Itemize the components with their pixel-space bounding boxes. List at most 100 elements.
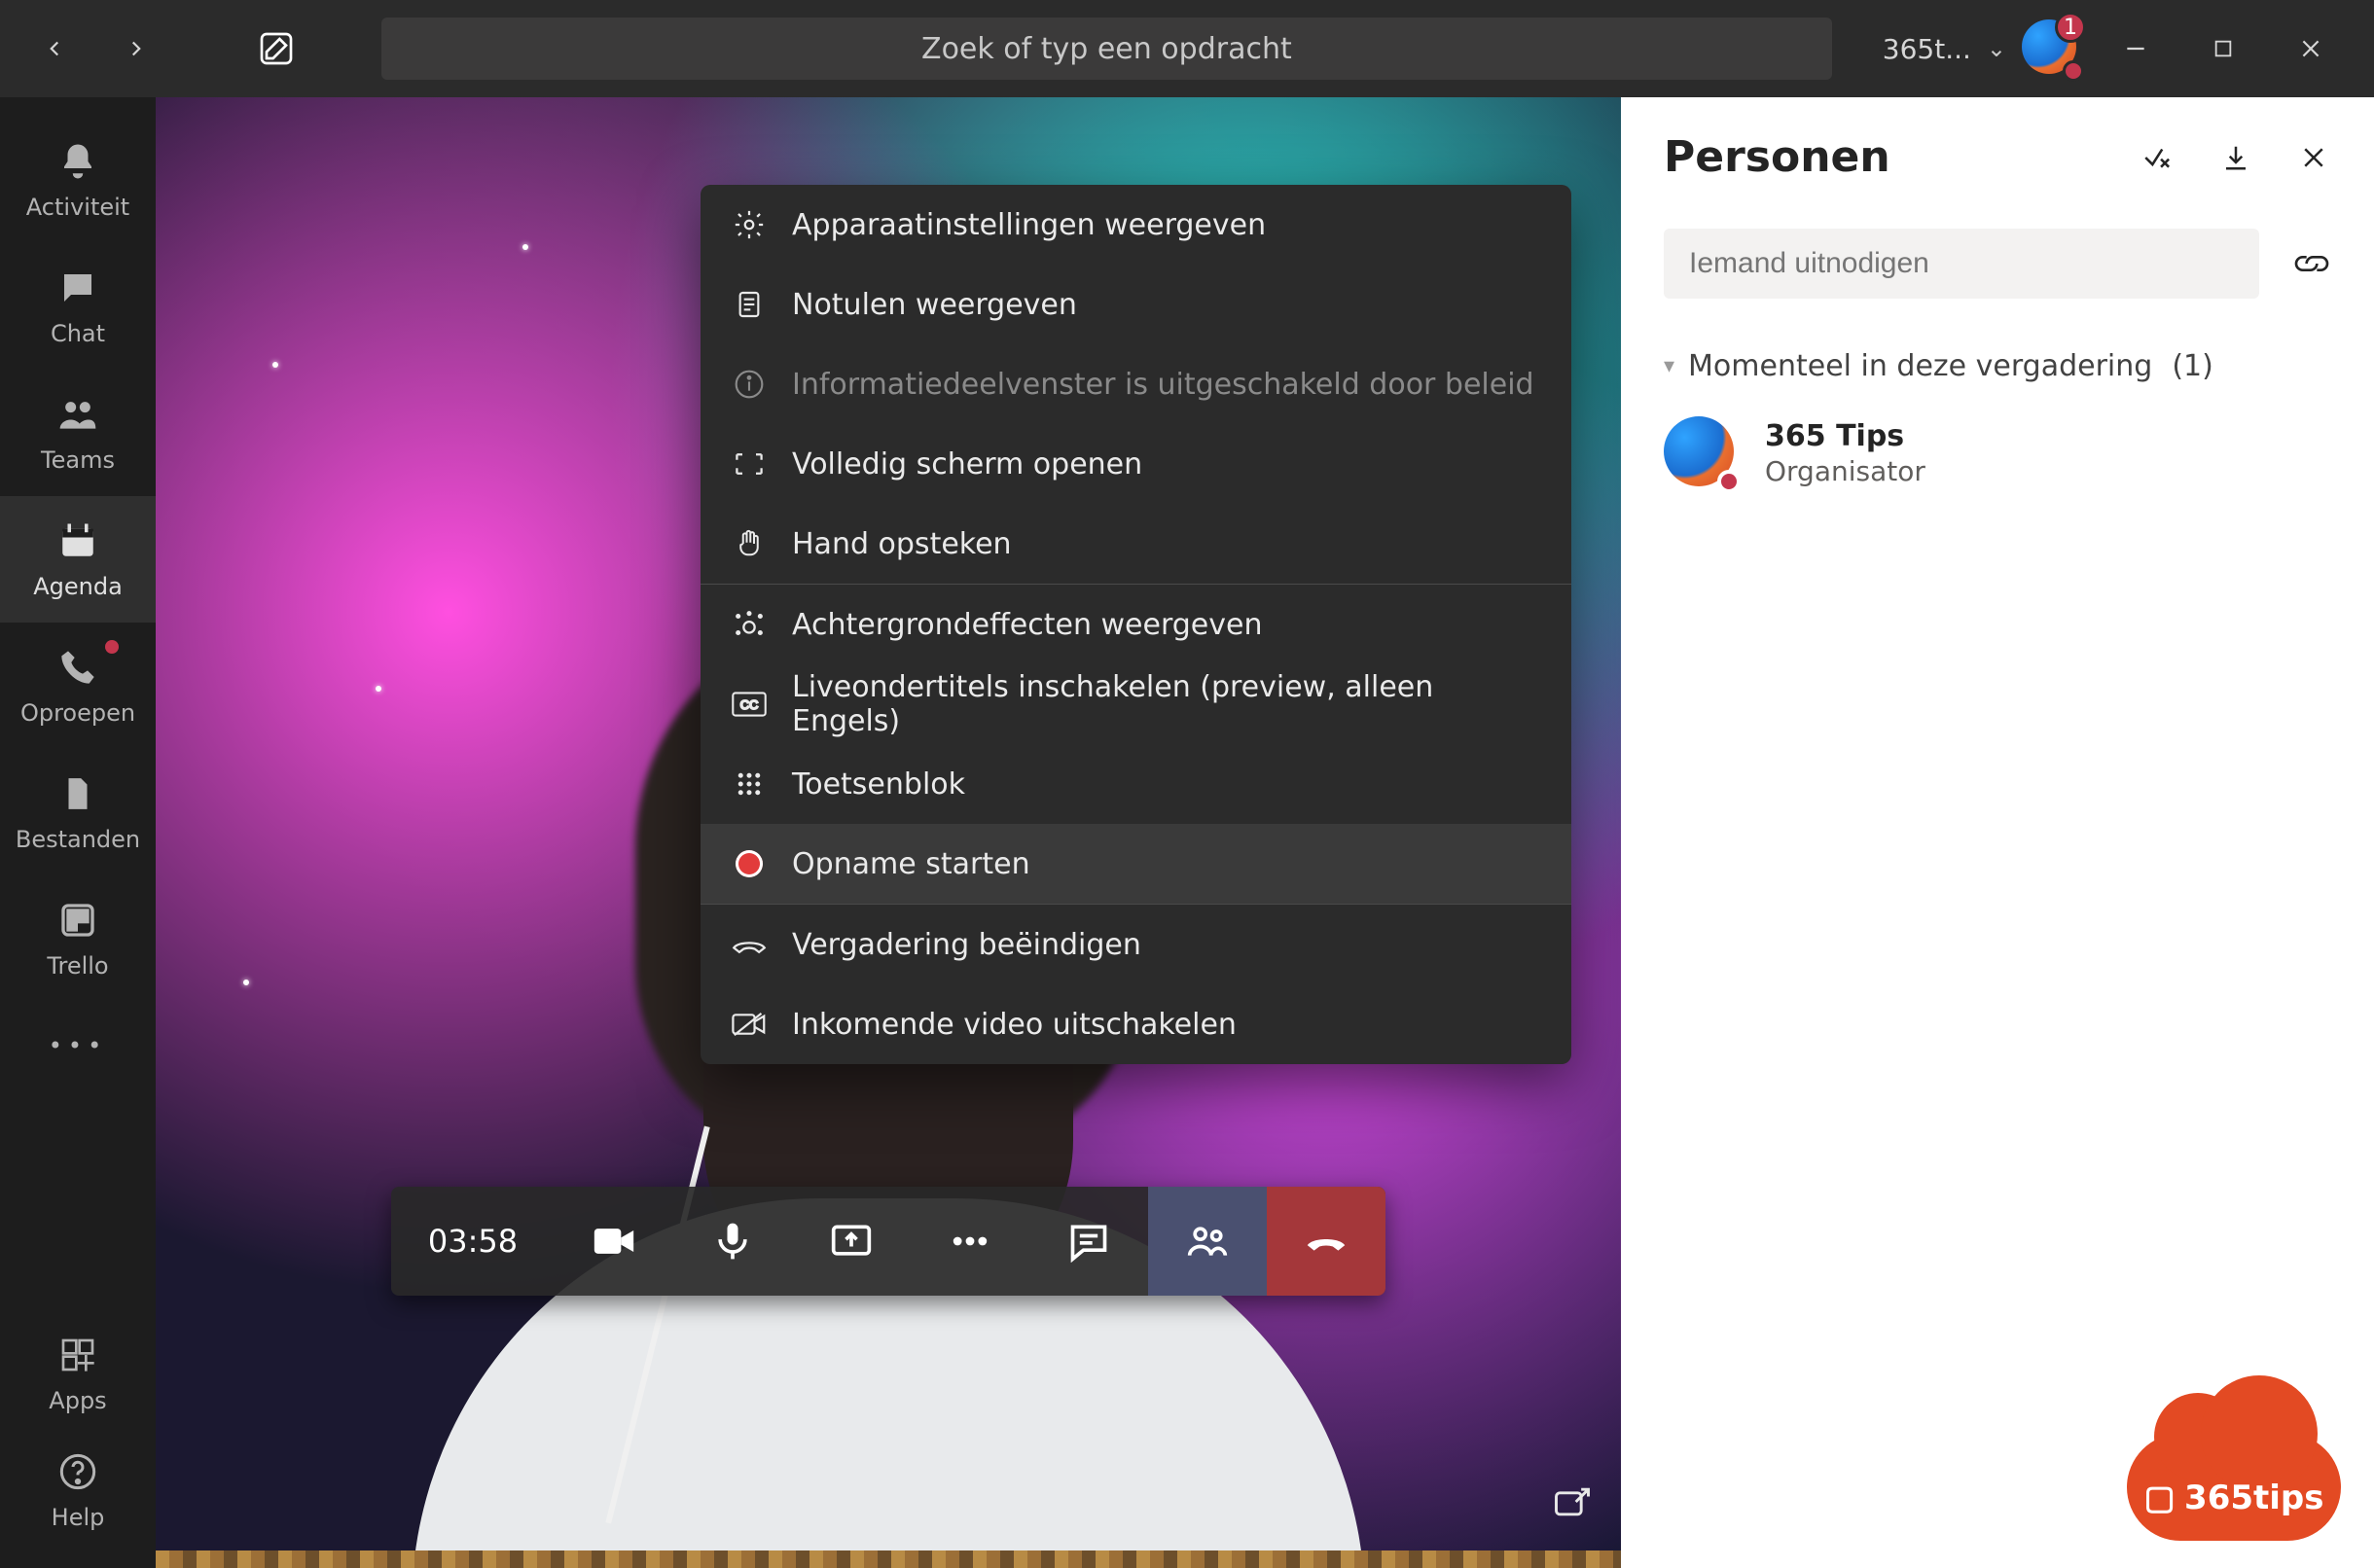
close-panel-button[interactable] xyxy=(2296,140,2331,175)
menu-item-device-settings[interactable]: Apparaatinstellingen weergeven xyxy=(701,185,1571,265)
share-screen-button[interactable] xyxy=(792,1187,911,1296)
menu-label: Liveondertitels inschakelen (preview, al… xyxy=(792,670,1540,738)
chat-button[interactable] xyxy=(1029,1187,1148,1296)
bell-icon xyxy=(55,139,100,184)
end-call-icon xyxy=(732,927,767,962)
rail-label: Activiteit xyxy=(26,194,129,221)
attendee-row[interactable]: 365 Tips Organisator xyxy=(1664,416,2331,490)
manage-permissions-button[interactable] xyxy=(2140,140,2176,175)
chevron-down-icon: ⌄ xyxy=(1987,35,2006,62)
maximize-button[interactable] xyxy=(2179,14,2267,84)
rail-label: Bestanden xyxy=(16,826,140,853)
rail-item-help[interactable]: Help xyxy=(0,1432,156,1549)
more-actions-button[interactable] xyxy=(911,1187,1029,1296)
gear-icon xyxy=(732,207,767,242)
attendee-role: Organisator xyxy=(1765,454,1925,488)
rail-more-button[interactable]: ••• xyxy=(0,1002,156,1089)
menu-item-live-captions[interactable]: CC Liveondertitels inschakelen (preview,… xyxy=(701,664,1571,744)
rail-item-trello[interactable]: Trello xyxy=(0,875,156,1002)
minimize-button[interactable] xyxy=(2092,14,2179,84)
cc-icon: CC xyxy=(732,687,767,722)
account-button[interactable]: 365t... ⌄ 1 xyxy=(1883,19,2080,78)
notification-badge: 1 xyxy=(2055,12,2086,43)
hand-icon xyxy=(732,526,767,561)
rail-label: Trello xyxy=(47,952,108,980)
app-rail: Activiteit Chat Teams Agenda Oproepen xyxy=(0,97,156,1568)
info-icon xyxy=(732,367,767,402)
hangup-button[interactable] xyxy=(1267,1187,1385,1296)
menu-label: Hand opsteken xyxy=(792,527,1012,561)
decorative-strip xyxy=(156,1550,1621,1568)
people-panel-button[interactable] xyxy=(1148,1187,1267,1296)
in-meeting-section-header[interactable]: ▾ Momenteel in deze vergadering (1) xyxy=(1664,349,2331,383)
apps-icon xyxy=(55,1333,100,1377)
menu-label: Achtergrondeffecten weergeven xyxy=(792,608,1263,642)
attendee-avatar xyxy=(1664,416,1738,490)
rail-label: Help xyxy=(52,1504,105,1531)
menu-item-end-meeting[interactable]: Vergadering beëindigen xyxy=(701,905,1571,984)
fullscreen-icon xyxy=(732,446,767,481)
call-toolbar: 03:58 xyxy=(391,1187,1385,1296)
menu-item-keypad[interactable]: Toetsenblok xyxy=(701,744,1571,824)
menu-label: Opname starten xyxy=(792,847,1030,881)
search-input[interactable]: Zoek of typ een opdracht xyxy=(381,18,1832,80)
more-actions-menu: Apparaatinstellingen weergeven Notulen w… xyxy=(701,185,1571,1064)
rail-item-apps[interactable]: Apps xyxy=(0,1315,156,1432)
call-timer: 03:58 xyxy=(391,1187,555,1296)
file-icon xyxy=(55,771,100,816)
rail-label: Chat xyxy=(51,320,105,347)
panel-actions xyxy=(2140,140,2331,175)
menu-label: Inkomende video uitschakelen xyxy=(792,1008,1237,1042)
presence-badge xyxy=(2063,60,2084,82)
rail-item-chat[interactable]: Chat xyxy=(0,243,156,370)
close-button[interactable] xyxy=(2267,14,2355,84)
calendar-icon xyxy=(55,518,100,563)
video-stage: Apparaatinstellingen weergeven Notulen w… xyxy=(156,97,1621,1568)
menu-item-background-effects[interactable]: Achtergrondeffecten weergeven xyxy=(701,585,1571,664)
menu-item-raise-hand[interactable]: Hand opsteken xyxy=(701,504,1571,584)
attendee-name: 365 Tips xyxy=(1765,418,1925,455)
rail-item-calls[interactable]: Oproepen xyxy=(0,623,156,749)
window-controls xyxy=(2092,14,2355,84)
menu-label: Vergadering beëindigen xyxy=(792,928,1141,962)
video-off-icon xyxy=(732,1007,767,1042)
phone-icon xyxy=(55,645,100,690)
notes-icon xyxy=(732,287,767,322)
chat-icon xyxy=(55,266,100,310)
rail-label: Oproepen xyxy=(20,699,135,727)
timer-value: 03:58 xyxy=(428,1223,518,1260)
menu-item-fullscreen[interactable]: Volledig scherm openen xyxy=(701,424,1571,504)
nav-forward-button[interactable] xyxy=(101,14,171,84)
popout-button[interactable] xyxy=(1541,1471,1603,1533)
compose-button[interactable] xyxy=(241,14,311,84)
notification-dot xyxy=(105,640,119,654)
watermark-label: ▢ 365tips xyxy=(2127,1479,2341,1517)
rail-label: Apps xyxy=(49,1387,106,1414)
rail-label: Teams xyxy=(41,446,115,474)
rail-item-teams[interactable]: Teams xyxy=(0,370,156,496)
copy-link-button[interactable] xyxy=(2292,244,2331,283)
menu-item-info-disabled: Informatiedeelvenster is uitgeschakeld d… xyxy=(701,344,1571,424)
teams-icon xyxy=(55,392,100,437)
download-attendees-button[interactable] xyxy=(2218,140,2253,175)
watermark-logo: ▢ 365tips xyxy=(2127,1414,2341,1541)
people-panel: Personen ▾ Momenteel in deze vergadering… xyxy=(1621,97,2374,1568)
menu-item-disable-incoming-video[interactable]: Inkomende video uitschakelen xyxy=(701,984,1571,1064)
invite-input[interactable] xyxy=(1664,229,2259,299)
menu-label: Informatiedeelvenster is uitgeschakeld d… xyxy=(792,368,1534,402)
menu-label: Toetsenblok xyxy=(792,767,965,802)
camera-toggle-button[interactable] xyxy=(555,1187,673,1296)
svg-text:CC: CC xyxy=(740,697,759,712)
rail-item-calendar[interactable]: Agenda xyxy=(0,496,156,623)
nav-back-button[interactable] xyxy=(19,14,90,84)
rail-item-files[interactable]: Bestanden xyxy=(0,749,156,875)
background-effects-icon xyxy=(732,607,767,642)
menu-item-meeting-notes[interactable]: Notulen weergeven xyxy=(701,265,1571,344)
search-placeholder: Zoek of typ een opdracht xyxy=(921,32,1292,66)
keypad-icon xyxy=(732,766,767,802)
panel-title: Personen xyxy=(1664,132,1890,182)
menu-item-start-recording[interactable]: Opname starten xyxy=(701,824,1571,904)
rail-item-activity[interactable]: Activiteit xyxy=(0,117,156,243)
mic-toggle-button[interactable] xyxy=(673,1187,792,1296)
avatar[interactable]: 1 xyxy=(2022,19,2080,78)
